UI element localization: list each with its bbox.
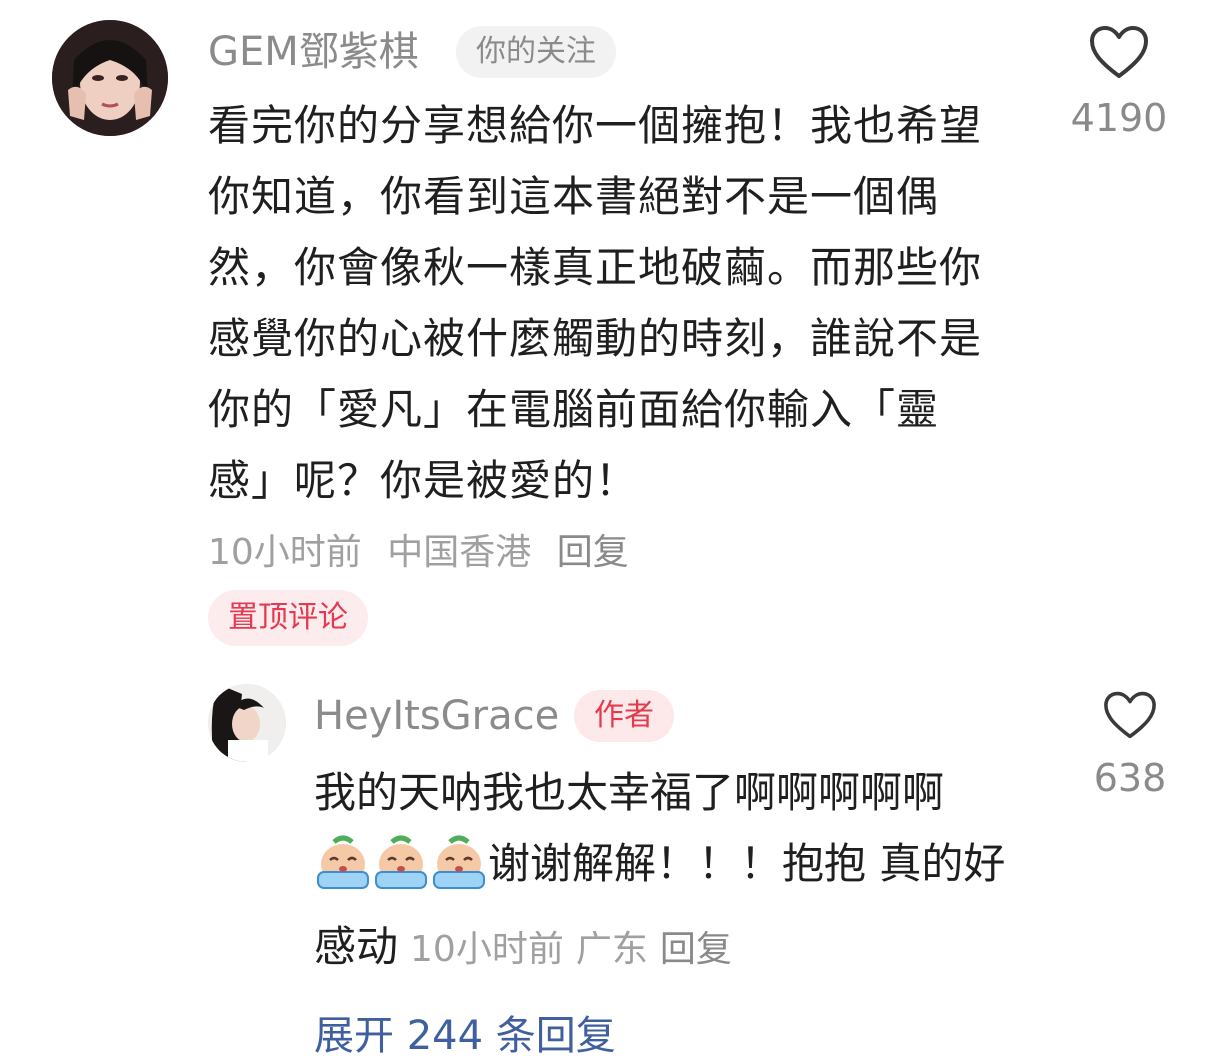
reply-time: 10小时前: [410, 929, 564, 970]
reply-like-button[interactable]: 638: [1070, 690, 1190, 802]
reply-text-part1: 我的天呐我也太幸福了啊啊啊啊啊: [314, 768, 945, 817]
avatar-photo: [208, 684, 286, 762]
reply-like-count: 638: [1093, 756, 1167, 800]
avatar-photo: [52, 20, 168, 136]
reply-text[interactable]: 我的天呐我也太幸福了啊啊啊啊啊 谢谢解解！！！抱抱 真的好感动 10小时前 广东 回复: [314, 757, 1014, 985]
expand-replies-link[interactable]: 展开 244 条回复: [314, 1010, 616, 1062]
comment-meta: 10小时前 中国香港 回复: [208, 531, 643, 575]
follow-badge: 你的关注: [456, 26, 616, 78]
reply-username[interactable]: HeyItsGrace: [314, 690, 559, 742]
crying-face-emoji-icon: [372, 832, 430, 890]
pinned-comment-badge: 置顶评论: [208, 590, 368, 646]
avatar[interactable]: [52, 20, 168, 136]
comment-time: 10小时前: [208, 532, 362, 573]
reply-button[interactable]: 回复: [557, 532, 629, 573]
reply-reply-button[interactable]: 回复: [660, 929, 732, 970]
comment-username[interactable]: GEM鄧紫棋: [208, 26, 419, 78]
author-badge: 作者: [574, 690, 674, 742]
comment-text[interactable]: 看完你的分享想給你一個擁抱！我也希望你知道，你看到這本書絕對不是一個偶然，你會像…: [208, 90, 998, 516]
crying-face-emoji-icon: [314, 832, 372, 890]
like-button[interactable]: 4190: [1059, 24, 1179, 142]
reply-location: 广东: [575, 929, 648, 970]
comment-location: 中国香港: [387, 532, 532, 573]
heart-icon: [1104, 691, 1156, 739]
like-count: 4190: [1070, 96, 1168, 140]
heart-icon: [1090, 26, 1148, 78]
emoji-group: [314, 832, 488, 911]
reply-meta: 10小时前 广东 回复: [410, 929, 744, 970]
crying-face-emoji-icon: [430, 832, 488, 890]
reply-avatar[interactable]: [208, 684, 286, 762]
